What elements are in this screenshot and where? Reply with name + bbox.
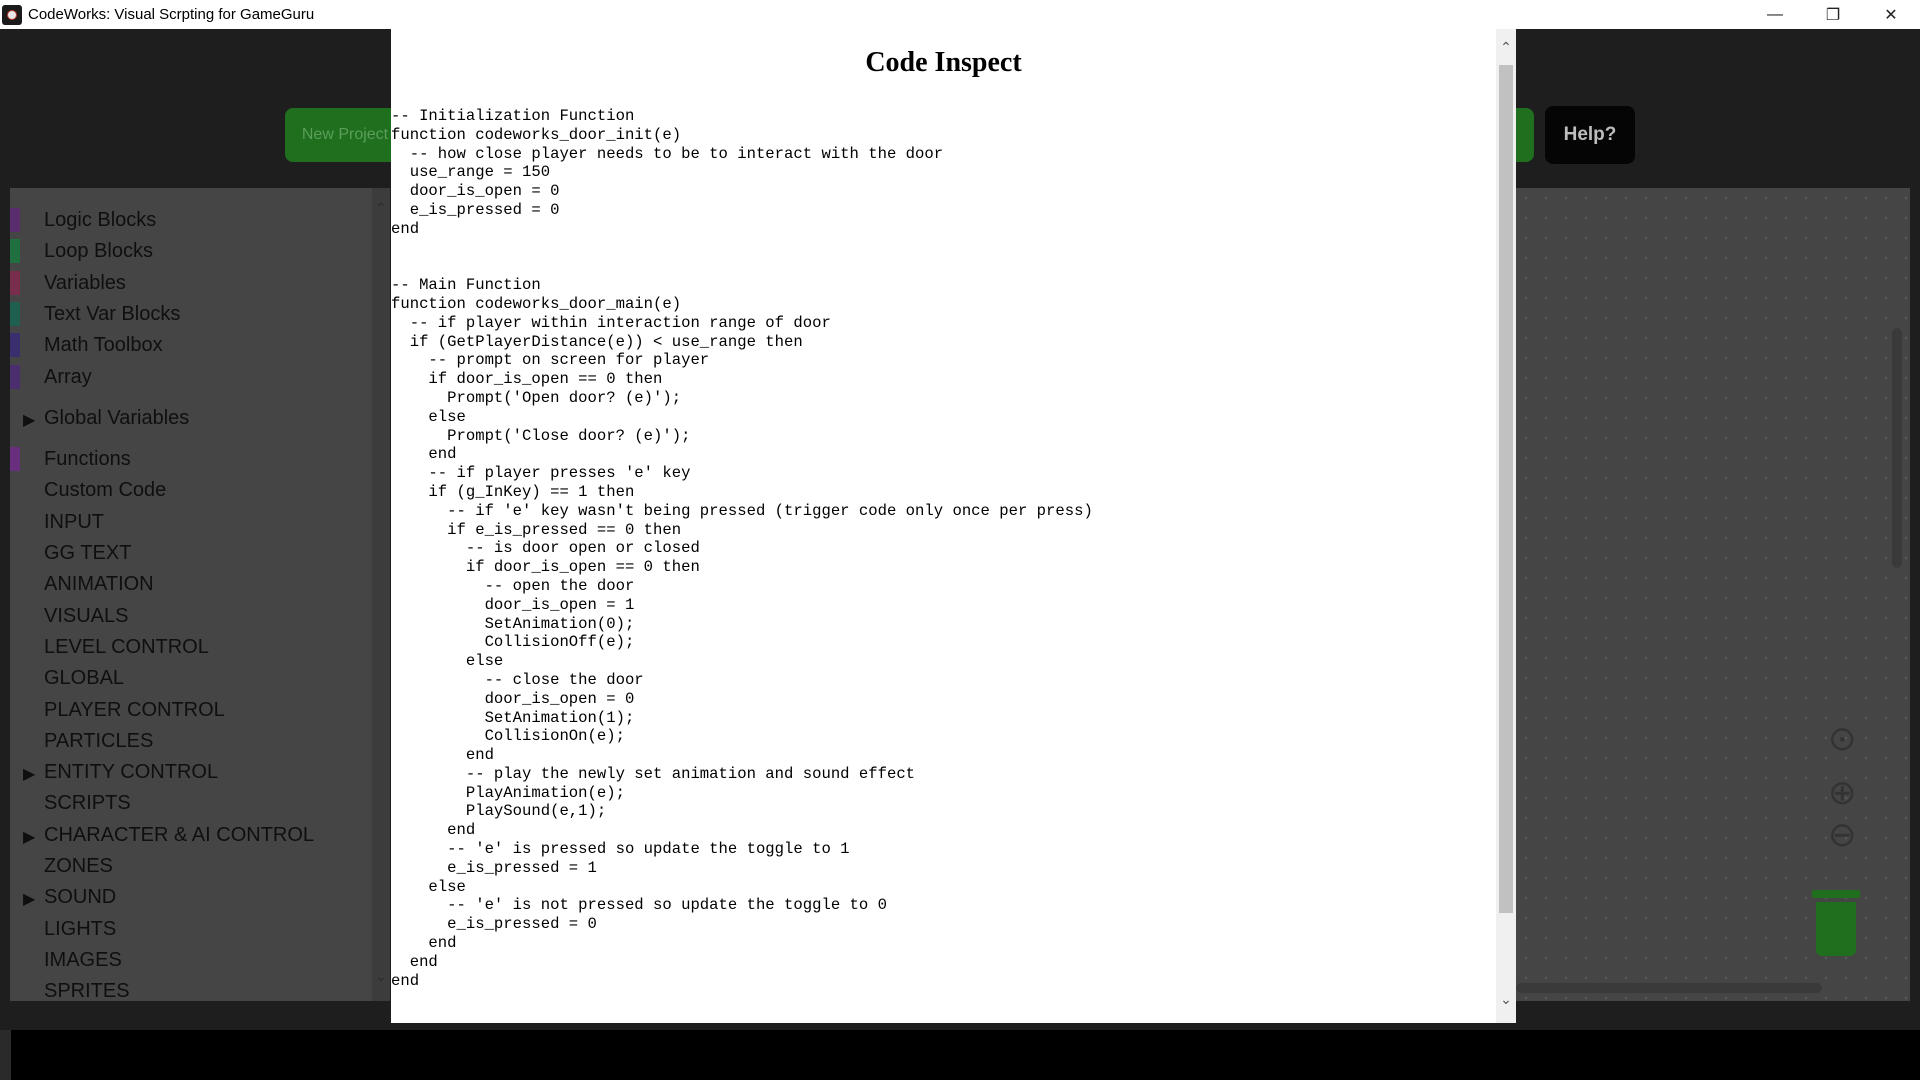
- category-color-swatch: [10, 364, 20, 389]
- category-color-swatch: [10, 333, 20, 358]
- bottom-left-tab: [0, 1030, 11, 1080]
- sidebar-item[interactable]: ENTITY CONTROL: [44, 761, 218, 784]
- sidebar-item[interactable]: Loop Blocks: [44, 240, 153, 263]
- canvas-vertical-scrollbar[interactable]: [1892, 328, 1902, 568]
- sidebar-item[interactable]: Math Toolbox: [44, 334, 163, 357]
- sidebar-item[interactable]: SCRIPTS: [44, 792, 131, 815]
- help-button[interactable]: Help?: [1545, 106, 1635, 164]
- sidebar-scrollbar[interactable]: ⌃ ⌄: [372, 188, 390, 1001]
- sidebar-item[interactable]: CHARACTER & AI CONTROL: [44, 824, 314, 847]
- sidebar-item[interactable]: LEVEL CONTROL: [44, 636, 209, 659]
- scroll-down-icon[interactable]: ⌄: [372, 968, 390, 985]
- close-button[interactable]: ✕: [1862, 0, 1920, 29]
- scrollbar-thumb[interactable]: [1499, 65, 1513, 913]
- sidebar-item[interactable]: Global Variables: [44, 407, 189, 430]
- sidebar-item[interactable]: GLOBAL: [44, 667, 124, 690]
- code-inspect-dialog: Code Inspect -- Initialization Function …: [391, 29, 1516, 1023]
- sidebar-item[interactable]: PLAYER CONTROL: [44, 699, 225, 722]
- category-color-swatch: [10, 270, 20, 295]
- dialog-title: Code Inspect: [865, 47, 1022, 78]
- sidebar-item[interactable]: ZONES: [44, 855, 113, 878]
- sidebar-item[interactable]: IMAGES: [44, 949, 122, 972]
- expand-arrow-icon[interactable]: ▶: [23, 410, 35, 430]
- block-category-sidebar: Logic Blocks Loop Blocks Variables Text Var…: [10, 188, 390, 1003]
- trash-lid: [1812, 890, 1860, 898]
- category-color-swatch: [10, 447, 20, 472]
- bottom-strip: [0, 1030, 1920, 1080]
- app-icon: [2, 4, 22, 25]
- expand-arrow-icon[interactable]: ▶: [23, 764, 35, 784]
- scroll-up-icon[interactable]: ⌃: [1496, 39, 1516, 56]
- dialog-scrollbar[interactable]: ⌃ ⌄: [1496, 29, 1516, 1023]
- sidebar-item[interactable]: PARTICLES: [44, 730, 153, 753]
- maximize-button[interactable]: ❐: [1804, 0, 1862, 29]
- sidebar-item[interactable]: VISUALS: [44, 605, 128, 628]
- sidebar-item[interactable]: LIGHTS: [44, 918, 116, 941]
- expand-arrow-icon[interactable]: ▶: [23, 827, 35, 847]
- zoom-out-icon[interactable]: ⊖: [1828, 818, 1857, 852]
- center-view-icon[interactable]: ⊙: [1828, 722, 1857, 756]
- workspace-canvas[interactable]: [1516, 188, 1910, 1001]
- sidebar-item[interactable]: Custom Code: [44, 479, 166, 502]
- window-controls: — ❐ ✕: [1746, 0, 1920, 29]
- window-titlebar: CodeWorks: Visual Scrpting for GameGuru …: [0, 0, 1920, 29]
- zoom-in-icon[interactable]: ⊕: [1828, 776, 1857, 810]
- category-color-swatch: [10, 301, 20, 326]
- scroll-down-icon[interactable]: ⌄: [1496, 991, 1516, 1008]
- code-listing: -- Initialization Function function code…: [391, 107, 1093, 990]
- sidebar-item[interactable]: Variables: [44, 272, 126, 295]
- category-color-swatch: [10, 208, 20, 232]
- expand-arrow-icon[interactable]: ▶: [23, 889, 35, 909]
- sidebar-item[interactable]: Array: [44, 366, 92, 389]
- sidebar-item[interactable]: INPUT: [44, 511, 104, 534]
- sidebar-item[interactable]: SPRITES: [44, 980, 130, 1003]
- sidebar-item[interactable]: Functions: [44, 448, 131, 471]
- sidebar-item[interactable]: ANIMATION: [44, 573, 154, 596]
- canvas-horizontal-scrollbar[interactable]: [1516, 983, 1822, 993]
- scroll-up-icon[interactable]: ⌃: [372, 200, 390, 217]
- category-color-swatch: [10, 239, 20, 264]
- sidebar-item[interactable]: GG TEXT: [44, 542, 131, 565]
- trash-icon[interactable]: [1812, 890, 1860, 956]
- sidebar-item[interactable]: Text Var Blocks: [44, 303, 180, 326]
- trash-body: [1816, 902, 1856, 956]
- sidebar-item[interactable]: Logic Blocks: [44, 209, 156, 232]
- minimize-button[interactable]: —: [1746, 0, 1804, 29]
- new-project-button[interactable]: New Project: [285, 108, 405, 162]
- sidebar-item[interactable]: SOUND: [44, 886, 116, 909]
- window-title: CodeWorks: Visual Scrpting for GameGuru: [28, 6, 315, 23]
